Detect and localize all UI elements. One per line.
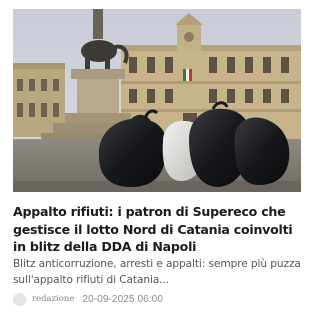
author-avatar-icon (13, 292, 26, 306)
article-author[interactable]: redazione (32, 294, 74, 304)
article-image[interactable] (13, 9, 301, 192)
article-excerpt: Blitz anticorruzione, arresti e appalti:… (13, 258, 301, 286)
article-date: 20-09-2025 06:00 (82, 293, 163, 305)
article-meta: redazione 20-09-2025 06:00 (13, 292, 163, 306)
photo-elephant-fountain-garbage-bags-icon (13, 9, 301, 192)
article-title[interactable]: Appalto rifiuti: i patron di Supereco ch… (13, 203, 303, 256)
article-card: Appalto rifiuti: i patron di Supereco ch… (0, 0, 307, 314)
